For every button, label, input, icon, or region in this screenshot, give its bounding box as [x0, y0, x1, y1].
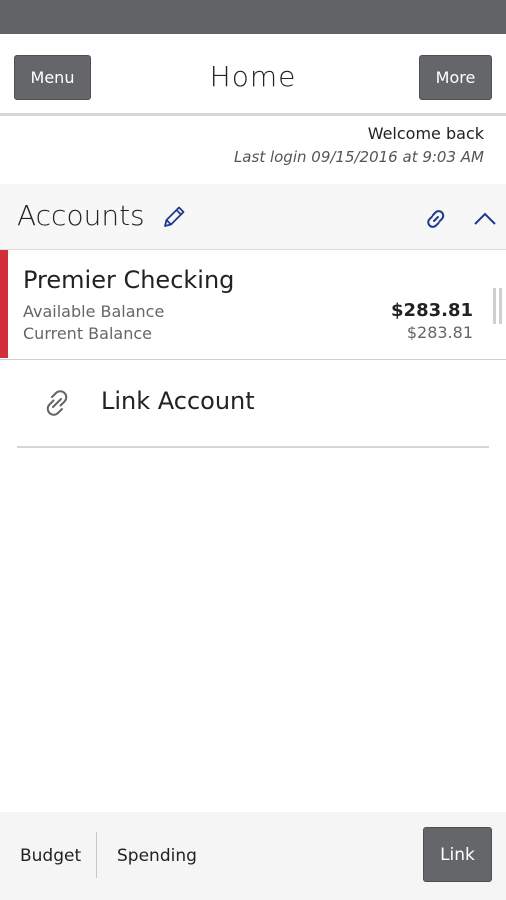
account-card-premier-checking[interactable]: Premier Checking Available Balance Curre… — [0, 250, 506, 360]
link-account-row[interactable]: Link Account — [17, 360, 489, 448]
current-balance-label: Current Balance — [23, 324, 152, 343]
pencil-icon[interactable] — [161, 204, 187, 230]
current-balance-value: $283.81 — [406, 323, 473, 342]
account-accent-bar — [0, 250, 8, 358]
tab-budget[interactable]: Budget — [20, 846, 81, 866]
more-button[interactable]: More — [419, 55, 492, 100]
accounts-section-header: Accounts — [0, 184, 506, 250]
available-balance-value: $283.81 — [391, 300, 473, 321]
link-icon[interactable] — [421, 204, 451, 234]
accounts-title: Accounts — [17, 199, 145, 232]
chain-link-icon — [46, 390, 68, 416]
tab-divider — [96, 832, 97, 878]
app-header: Menu Home More — [0, 34, 506, 116]
last-login-text: Last login 09/15/2016 at 9:03 AM — [233, 148, 484, 166]
status-bar — [0, 0, 506, 34]
tab-spending[interactable]: Spending — [117, 846, 197, 866]
link-account-label: Link Account — [101, 387, 255, 415]
drag-handle[interactable] — [493, 288, 502, 324]
account-name: Premier Checking — [23, 266, 235, 294]
welcome-message: Welcome back — [367, 124, 484, 143]
available-balance-label: Available Balance — [23, 302, 165, 321]
link-button[interactable]: Link — [423, 827, 492, 882]
bottom-bar: Budget Spending Link — [0, 812, 506, 900]
chevron-up-icon[interactable] — [472, 209, 498, 229]
